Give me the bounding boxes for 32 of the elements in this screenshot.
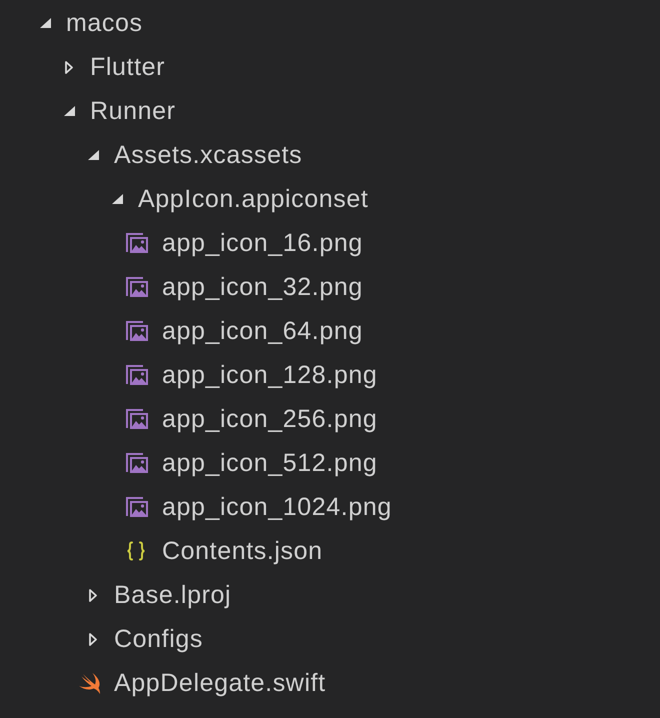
- image-file-icon: [126, 409, 148, 429]
- file-name[interactable]: app_icon_512.png: [162, 448, 378, 478]
- folder-name[interactable]: Runner: [90, 96, 176, 126]
- collapsed-triangle-icon[interactable]: [65, 60, 73, 74]
- file-name[interactable]: app_icon_16.png: [162, 228, 363, 258]
- folder-name[interactable]: AppIcon.appiconset: [138, 184, 368, 214]
- expanded-triangle-icon[interactable]: [112, 194, 123, 204]
- folder-name[interactable]: Assets.xcassets: [114, 140, 302, 170]
- folder-name[interactable]: macos: [66, 8, 143, 38]
- file-name[interactable]: app_icon_32.png: [162, 272, 363, 302]
- file-name[interactable]: app_icon_1024.png: [162, 492, 392, 522]
- folder-name[interactable]: Flutter: [90, 52, 166, 82]
- file-name[interactable]: AppDelegate.swift: [114, 668, 326, 698]
- curly-braces-icon: [126, 541, 146, 561]
- file-name[interactable]: Contents.json: [162, 536, 323, 566]
- file-name[interactable]: app_icon_64.png: [162, 316, 363, 346]
- image-file-icon: [126, 497, 148, 517]
- bird-icon: [78, 672, 102, 694]
- folder-name[interactable]: Configs: [114, 624, 203, 654]
- file-name[interactable]: app_icon_256.png: [162, 404, 378, 434]
- image-file-icon: [126, 365, 148, 385]
- file-name[interactable]: app_icon_128.png: [162, 360, 378, 390]
- image-file-icon: [126, 321, 148, 341]
- expanded-triangle-icon[interactable]: [40, 18, 51, 28]
- expanded-triangle-icon[interactable]: [64, 106, 75, 116]
- image-file-icon: [126, 453, 148, 473]
- expanded-triangle-icon[interactable]: [88, 150, 99, 160]
- folder-name[interactable]: Base.lproj: [114, 580, 232, 610]
- image-file-icon: [126, 233, 148, 253]
- collapsed-triangle-icon[interactable]: [89, 632, 97, 646]
- image-file-icon: [126, 277, 148, 297]
- collapsed-triangle-icon[interactable]: [89, 588, 97, 602]
